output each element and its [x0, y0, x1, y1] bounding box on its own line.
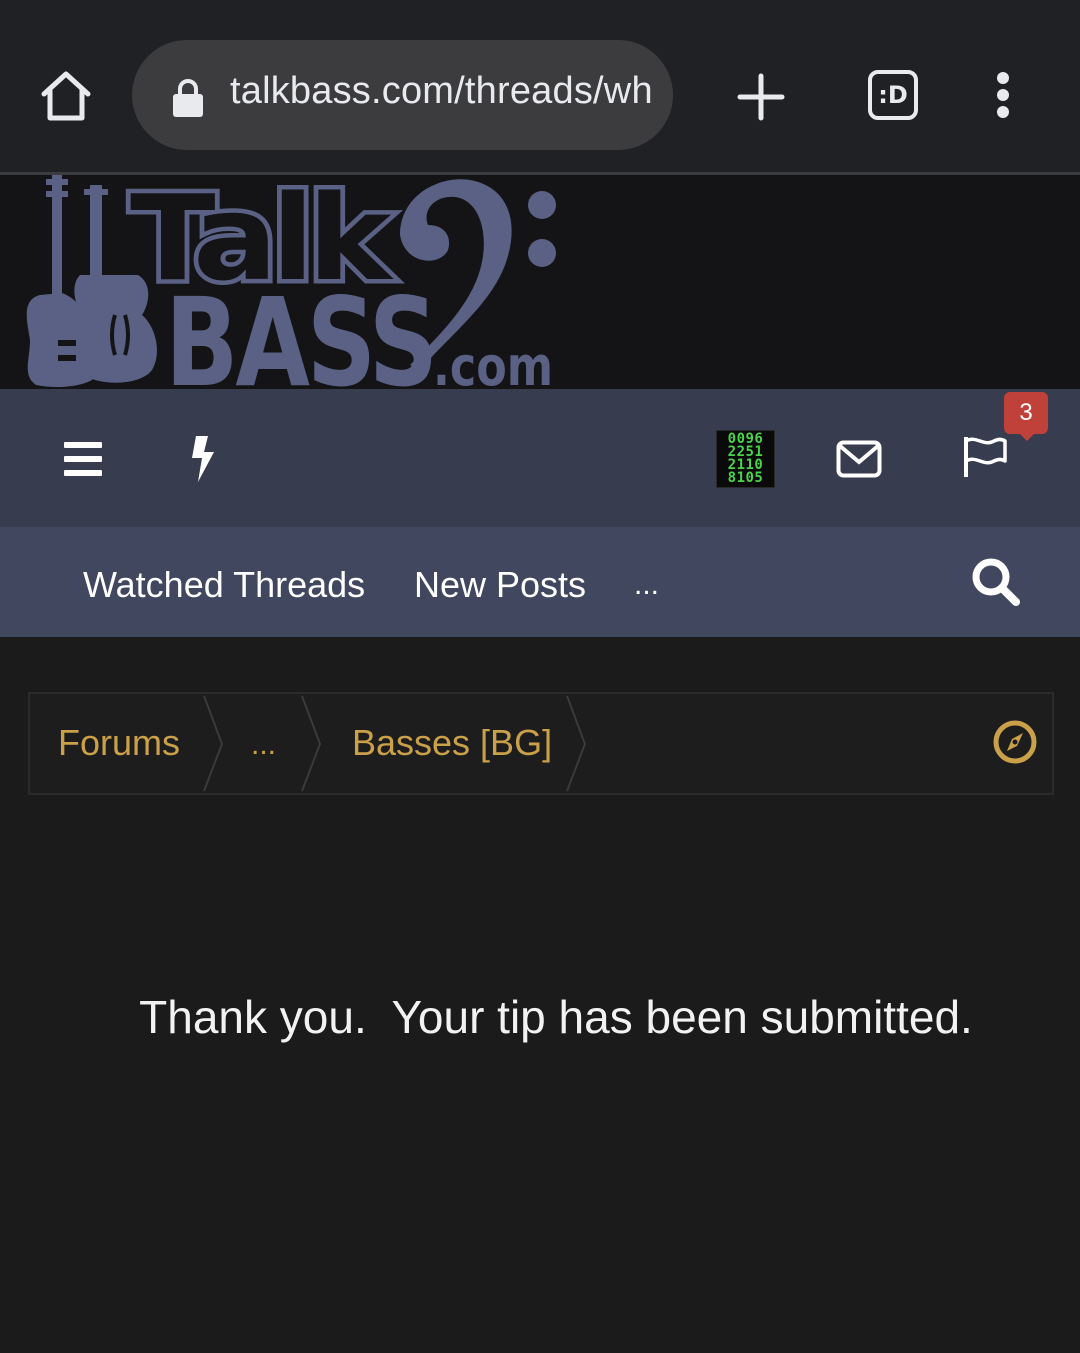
lightning-bolt-icon[interactable] [188, 436, 218, 482]
envelope-icon[interactable] [836, 440, 882, 478]
breadcrumb-separator [566, 695, 587, 792]
tip-submitted-message: Thank you. Your tip has been submitted. [139, 991, 973, 1043]
plus-icon[interactable] [736, 72, 786, 122]
breadcrumb-basses[interactable]: Basses [BG] [352, 722, 552, 764]
lock-icon [173, 79, 203, 117]
kebab-menu-icon[interactable] [990, 72, 1016, 118]
site-banner: Talk BASS .com [0, 175, 1080, 389]
compass-icon[interactable] [992, 719, 1038, 765]
breadcrumb-ellipsis[interactable]: ... [251, 728, 276, 762]
new-posts-link[interactable]: New Posts [414, 564, 586, 606]
breadcrumb-separator [203, 695, 224, 792]
url-bar[interactable]: talkbass.com/threads/wh [132, 40, 673, 150]
more-links-button[interactable]: ... [634, 568, 659, 602]
watched-threads-link[interactable]: Watched Threads [83, 564, 365, 606]
tabs-button[interactable]: :D [868, 70, 918, 120]
hamburger-icon[interactable] [64, 442, 102, 476]
logo-bass-text: BASS [165, 272, 435, 389]
tabs-icon-label: :D [878, 81, 908, 109]
breadcrumb-separator [301, 695, 322, 792]
site-navbar [0, 389, 1080, 527]
search-icon[interactable] [970, 556, 1020, 606]
alerts-count-badge[interactable]: 3 [1004, 392, 1048, 434]
home-icon[interactable] [36, 66, 96, 126]
user-avatar[interactable]: 0096 2251 2110 8105 [716, 430, 775, 488]
talkbass-logo[interactable]: Talk BASS .com [0, 175, 600, 389]
badge-pointer [1019, 433, 1035, 441]
flag-icon[interactable] [962, 435, 1008, 477]
breadcrumb-forums[interactable]: Forums [58, 722, 180, 764]
logo-com-text: .com [433, 335, 553, 389]
url-text: talkbass.com/threads/wh [230, 70, 653, 112]
